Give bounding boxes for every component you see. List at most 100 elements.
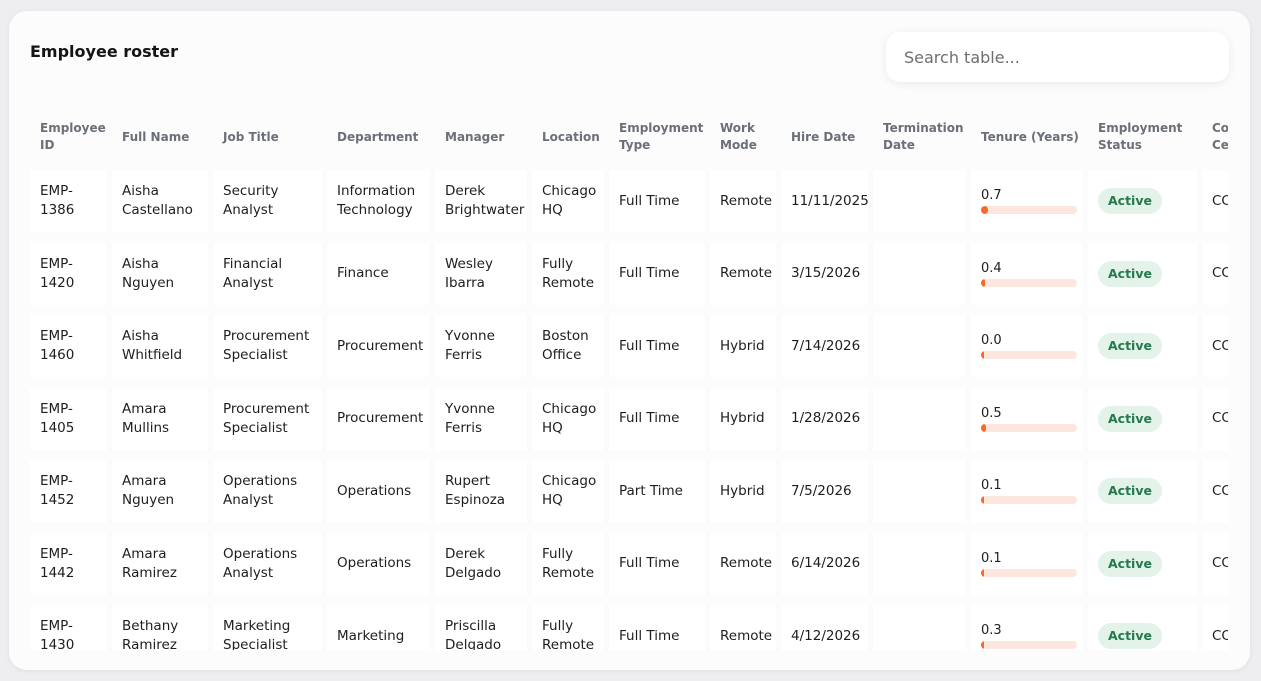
table-row[interactable]: EMP-1460 Aisha Whitfield Procurement Speci… <box>30 315 1228 377</box>
cell-dept: Information Technology <box>327 170 435 232</box>
table-row[interactable]: EMP-1442 Amara Ramirez Operations Analyst O… <box>30 532 1228 595</box>
column-header-name[interactable]: Full Name <box>112 104 213 170</box>
cell-mode: Remote <box>710 532 781 595</box>
column-header-hire[interactable]: Hire Date <box>781 104 873 170</box>
table-viewport[interactable]: Employee ID Full Name Job Title Department M… <box>30 104 1228 650</box>
cell-text: EMP-1442 <box>40 545 75 581</box>
tenure-meter: 0.1 <box>981 551 1077 577</box>
cell-id: EMP-1442 <box>30 532 112 595</box>
column-header-tenure[interactable]: Tenure (Years) <box>971 104 1088 170</box>
tenure-bar-track <box>981 206 1077 214</box>
cell-text: Part Time <box>619 482 683 499</box>
cell-text: CC-16 <box>1212 627 1228 644</box>
status-badge: Active <box>1098 405 1162 432</box>
column-header-location[interactable]: Location <box>532 104 609 170</box>
table-row[interactable]: EMP-1420 Aisha Nguyen Financial Analyst Fin… <box>30 242 1228 305</box>
cell-title: Security Analyst <box>213 170 327 232</box>
cell-text: Information Technology <box>337 183 416 218</box>
cell-text: Full Time <box>619 555 680 571</box>
cell-text: Remote <box>720 192 773 209</box>
cell-id: EMP-1460 <box>30 315 112 377</box>
cell-text: Full Time <box>619 337 680 354</box>
cell-location: Fully Remote <box>532 605 609 650</box>
cell-text: Full Time <box>619 627 680 644</box>
cell-type: Full Time <box>609 532 710 595</box>
tenure-value: 0.1 <box>981 550 1002 566</box>
cell-text: 1/28/2026 <box>791 410 861 426</box>
cell-text: Remote <box>720 555 773 571</box>
cell-location: Fully Remote <box>532 532 609 595</box>
column-header-status[interactable]: Employment Status <box>1088 104 1202 170</box>
cell-manager: Yvonne Ferris <box>435 315 532 377</box>
cell-manager: Yvonne Ferris <box>435 387 532 450</box>
cell-id: EMP-1430 <box>30 605 112 650</box>
cell-term <box>873 605 971 650</box>
cell-hire: 4/12/2026 <box>781 605 873 650</box>
cell-tenure: 0.3 <box>971 605 1088 650</box>
cell-tenure: 0.1 <box>971 460 1088 522</box>
table-row[interactable]: EMP-1405 Amara Mullins Procurement Special… <box>30 387 1228 450</box>
tenure-bar-track <box>981 641 1077 649</box>
column-header-id[interactable]: Employee ID <box>30 104 112 170</box>
table-row[interactable]: EMP-1386 Aisha Castellano Security Analyst… <box>30 170 1228 232</box>
column-header-type[interactable]: Employment Type <box>609 104 710 170</box>
status-badge: Active <box>1098 478 1162 504</box>
search-input[interactable] <box>886 32 1229 82</box>
status-badge: Active <box>1098 623 1162 649</box>
cell-name: Bethany Ramirez <box>112 605 213 650</box>
cell-name: Amara Nguyen <box>112 460 213 522</box>
cell-text: Operations <box>337 482 412 499</box>
cell-status: Active <box>1088 532 1202 595</box>
cell-status: Active <box>1088 605 1202 650</box>
cell-text: Aisha Whitfield <box>122 328 183 363</box>
column-header-mode[interactable]: Work Mode <box>710 104 781 170</box>
cell-text: Fully Remote <box>542 618 595 650</box>
cell-text: EMP-1386 <box>40 183 75 218</box>
cell-text: Full Time <box>619 410 680 426</box>
cell-mode: Hybrid <box>710 387 781 450</box>
tenure-bar-fill <box>981 568 984 577</box>
cell-text: EMP-1460 <box>40 328 75 363</box>
cell-cost: CC-10 <box>1202 532 1228 595</box>
roster-card: Employee roster Employee IDFull NameJob … <box>9 11 1250 670</box>
cell-mode: Remote <box>710 170 781 232</box>
cell-text: Yvonne Ferris <box>445 400 495 436</box>
table-row[interactable]: EMP-1430 Bethany Ramirez Marketing Special… <box>30 605 1228 650</box>
cell-status: Active <box>1088 387 1202 450</box>
cell-cost: CC-17 <box>1202 170 1228 232</box>
cell-mode: Remote <box>710 242 781 305</box>
cell-type: Full Time <box>609 242 710 305</box>
tenure-meter: 0.5 <box>981 406 1077 432</box>
cell-text: Derek Brightwater <box>445 183 525 218</box>
column-header-cost[interactable]: Cost Center <box>1202 104 1228 170</box>
cell-text: Rupert Espinoza <box>445 473 506 508</box>
cell-cost: CC-18 <box>1202 315 1228 377</box>
cell-text: 4/12/2026 <box>791 627 861 644</box>
cell-cost: CC-18 <box>1202 387 1228 450</box>
cell-type: Full Time <box>609 605 710 650</box>
cell-status: Active <box>1088 460 1202 522</box>
cell-type: Full Time <box>609 315 710 377</box>
tenure-bar-fill <box>981 496 984 504</box>
cell-dept: Marketing <box>327 605 435 650</box>
cell-text: Remote <box>720 265 773 281</box>
tenure-value: 0.4 <box>981 260 1002 276</box>
cell-text: Hybrid <box>720 482 765 499</box>
cell-name: Aisha Castellano <box>112 170 213 232</box>
status-badge: Active <box>1098 260 1162 287</box>
cell-text: CC-10 <box>1212 555 1228 571</box>
tenure-meter: 0.3 <box>981 623 1077 649</box>
cell-tenure: 0.7 <box>971 170 1088 232</box>
cell-text: Amara Mullins <box>122 400 170 436</box>
cell-text: Finance <box>337 265 389 281</box>
tenure-bar-fill <box>981 641 984 649</box>
column-header-manager[interactable]: Manager <box>435 104 532 170</box>
cell-manager: Wesley Ibarra <box>435 242 532 305</box>
cell-name: Amara Ramirez <box>112 532 213 595</box>
cell-text: EMP-1420 <box>40 255 75 291</box>
column-header-term[interactable]: Termination Date <box>873 104 971 170</box>
table-row[interactable]: EMP-1452 Amara Nguyen Operations Analyst Op… <box>30 460 1228 522</box>
cell-term <box>873 387 971 450</box>
column-header-title[interactable]: Job Title <box>213 104 327 170</box>
column-header-dept[interactable]: Department <box>327 104 435 170</box>
